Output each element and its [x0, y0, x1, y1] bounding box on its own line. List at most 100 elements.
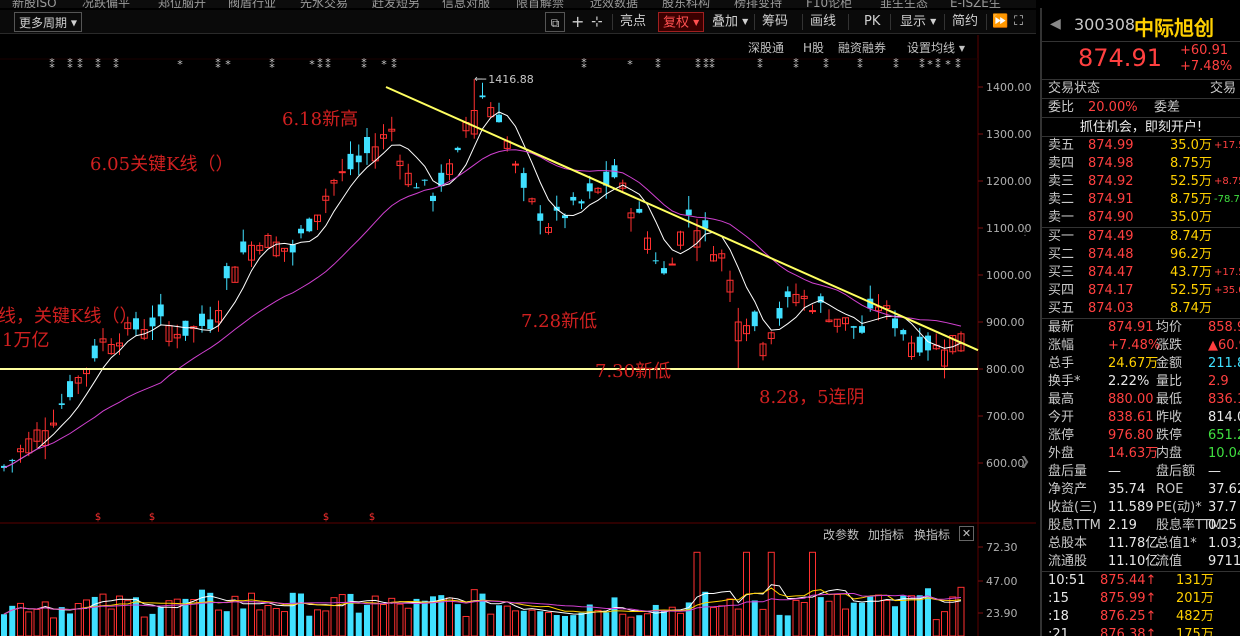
- bid-price: 874.47: [1088, 265, 1134, 280]
- candle-body: [900, 330, 907, 335]
- candles-group: [1, 79, 965, 473]
- tick-time: :15: [1048, 591, 1069, 606]
- bid-change: +17.5: [1214, 267, 1240, 278]
- stat-label: 总值1*: [1156, 536, 1197, 551]
- copy-icon[interactable]: ⧉: [545, 12, 565, 32]
- menu-item[interactable]: 赶发短另: [372, 0, 420, 8]
- diejia-dropdown[interactable]: 叠加 ▼: [712, 12, 748, 32]
- annotation-618: 6.18新高: [282, 109, 359, 130]
- candle-body: [661, 268, 667, 274]
- stat-value: —: [1108, 464, 1121, 479]
- huaxian-button[interactable]: 画线: [810, 12, 836, 32]
- ask-row[interactable]: 卖五 874.99 35.0万 +17.5: [1042, 137, 1240, 155]
- menu-item[interactable]: 阀盾行业: [228, 0, 276, 8]
- price-tick-label: 1400.00: [986, 81, 1032, 94]
- volume-bar: [734, 608, 742, 636]
- menu-item[interactable]: 远效数据: [590, 0, 638, 8]
- bid-price: 874.17: [1088, 283, 1134, 298]
- ask-volume: 35.0万: [1170, 138, 1212, 153]
- trade-state-right: 交易: [1210, 81, 1237, 96]
- event-marker: *: [627, 58, 633, 71]
- tick-price: 876.38↑: [1100, 627, 1157, 636]
- volume-bar: [446, 597, 453, 636]
- pk-button[interactable]: PK: [864, 12, 880, 32]
- candle-body: [776, 308, 783, 319]
- stat-value: 211.88: [1208, 356, 1240, 371]
- volume-bar: [537, 611, 544, 636]
- volume-bar: [454, 604, 461, 636]
- tick-row: :18 876.25↑ 482万: [1042, 608, 1240, 626]
- chart-toolbar: 更多周期 ▼ ⧉ + ⊹ 亮点 复权 ▼ 叠加 ▼ 筹码 画线 PK 显示 ▼ …: [0, 10, 1036, 34]
- stat-label: 涨跌: [1156, 338, 1183, 353]
- menu-item[interactable]: 新股ISO: [12, 0, 57, 8]
- stat-value: 35.74: [1108, 482, 1146, 497]
- stat-value: 880.00: [1108, 392, 1154, 407]
- volume-bar: [264, 604, 272, 636]
- tick-price: 876.25↑: [1100, 609, 1157, 624]
- menu-item[interactable]: 股东科构: [662, 0, 710, 8]
- stat-label: 量比: [1156, 374, 1183, 389]
- volume-bar: [190, 599, 198, 636]
- volume-bar: [677, 612, 684, 636]
- volume-bar: [256, 609, 264, 636]
- stat-label: 总股本: [1048, 536, 1088, 551]
- menu-item[interactable]: 限首解禁: [516, 0, 564, 8]
- menu-item[interactable]: 况跌偏平: [82, 0, 130, 8]
- fullscreen-icon[interactable]: ⛶: [1014, 12, 1023, 32]
- chevron-down-icon: ▼: [70, 18, 77, 28]
- volume-bar: [759, 608, 767, 636]
- prev-arrow-icon[interactable]: ◀: [1050, 16, 1061, 32]
- menu-item[interactable]: 郑位脑开: [158, 0, 206, 8]
- bid-change: +35.0: [1214, 285, 1240, 296]
- volume-bar: [817, 597, 824, 636]
- ask-row[interactable]: 卖四 874.98 8.75万: [1042, 155, 1240, 173]
- fuquan-dropdown[interactable]: 复权 ▼: [658, 12, 705, 32]
- volume-bar: [404, 607, 412, 636]
- menu-strip: 新股ISO 况跌偏平 郑位脑开 阀盾行业 先水交易 赶发短另 信息对服 限首解禁 远效数据 股东科…: [0, 0, 1036, 8]
- ask-row[interactable]: 卖一 874.90 35.0万: [1042, 209, 1240, 227]
- menu-item[interactable]: 信息对服: [442, 0, 490, 8]
- ask-row[interactable]: 卖三 874.92 52.5万 +8.75: [1042, 173, 1240, 191]
- menu-item[interactable]: E-ISZE生: [950, 0, 1001, 8]
- candle-body: [240, 241, 247, 253]
- period-label: 更多周期: [19, 16, 68, 30]
- period-dropdown[interactable]: 更多周期 ▼: [14, 12, 82, 32]
- jia-zhibiao-button[interactable]: 加指标: [868, 526, 904, 543]
- stat-row: 流通股 11.10亿 流值 9711: [1042, 553, 1240, 571]
- candle-body: [9, 459, 16, 461]
- bid-row[interactable]: 买四 874.17 52.5万 +35.0: [1042, 282, 1240, 300]
- menu-item[interactable]: 韭生生态: [880, 0, 928, 8]
- close-icon[interactable]: ✕: [959, 526, 974, 541]
- ask-row[interactable]: 卖二 874.91 8.75万 -78.7: [1042, 191, 1240, 209]
- fast-forward-icon[interactable]: ⏩: [992, 12, 1008, 32]
- liangdian-button[interactable]: 亮点: [620, 12, 646, 32]
- volume-bar: [726, 598, 734, 636]
- menu-item[interactable]: 榜排变持: [734, 0, 782, 8]
- stat-row: 收益(三) 11.589 PE(动)* 37.7: [1042, 499, 1240, 517]
- stat-value: 10.04: [1208, 446, 1240, 461]
- crosshair-icon[interactable]: +: [571, 12, 584, 32]
- stat-row: 外盘 14.63万 内盘 10.04: [1042, 445, 1240, 463]
- kline-chart[interactable]: 深股通 H股 融资融券 设置均线 ▼ 1400.00 1300.00 1200.00…: [0, 35, 1036, 636]
- menu-item[interactable]: F10论柜: [806, 0, 852, 8]
- xianshi-dropdown[interactable]: 显示 ▼: [900, 12, 936, 32]
- gai-canshu-button[interactable]: 改参数: [823, 526, 859, 543]
- tick-time: :21: [1048, 627, 1069, 636]
- bid-row[interactable]: 买二 874.48 96.2万: [1042, 246, 1240, 264]
- huan-zhibiao-button[interactable]: 换指标: [914, 526, 950, 543]
- candle-body: [223, 266, 230, 279]
- bid-row[interactable]: 买五 874.03 8.74万: [1042, 300, 1240, 318]
- menu-item[interactable]: 先水交易: [300, 0, 348, 8]
- ask-price: 874.91: [1088, 192, 1134, 207]
- bid-row[interactable]: 买一 874.49 8.74万: [1042, 228, 1240, 246]
- bid-price: 874.49: [1088, 229, 1134, 244]
- stat-label: 内盘: [1156, 446, 1183, 461]
- bid-row[interactable]: 买三 874.47 43.7万 +17.5: [1042, 264, 1240, 282]
- chouma-button[interactable]: 筹码: [762, 12, 788, 32]
- volume-bar: [133, 597, 139, 636]
- candle-body: [784, 291, 791, 298]
- move-icon[interactable]: ⊹: [591, 12, 603, 32]
- promo-banner[interactable]: 抓住机会，即刻开户!: [1042, 117, 1240, 137]
- volume-bar: [99, 593, 107, 636]
- jianyue-button[interactable]: 简约: [952, 12, 978, 32]
